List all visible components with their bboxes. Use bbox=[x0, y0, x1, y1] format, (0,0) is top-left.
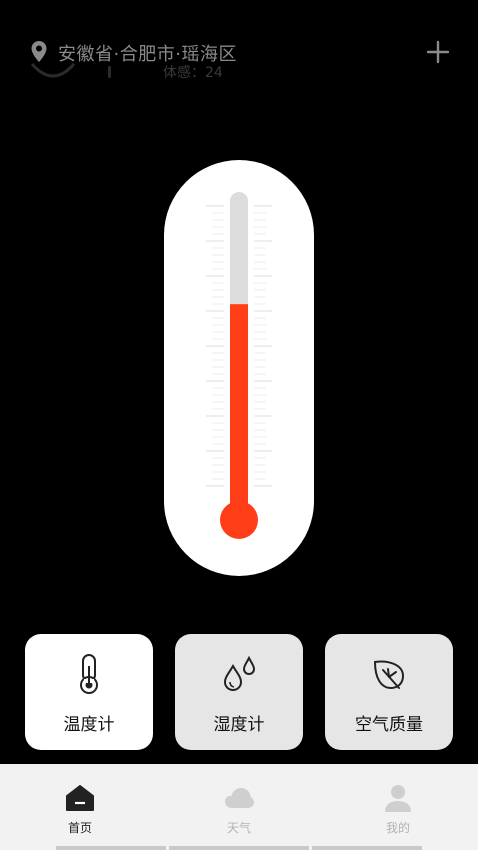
location-text[interactable]: 安徽省·合肥市·瑶海区 bbox=[58, 40, 237, 66]
tab-indicator bbox=[56, 846, 166, 850]
tab-profile[interactable]: 我的 bbox=[338, 764, 458, 850]
leaf-icon bbox=[373, 660, 405, 690]
card-thermometer[interactable]: 温度计 bbox=[25, 634, 153, 750]
bottom-tab-bar: 首页 天气 我的 bbox=[0, 764, 478, 850]
home-icon bbox=[66, 785, 94, 811]
thermometer-graphic bbox=[206, 192, 272, 539]
tab-indicator bbox=[169, 846, 309, 850]
location-pin-icon bbox=[31, 41, 47, 62]
user-icon bbox=[385, 785, 411, 812]
tool-cards: 温度计 湿度计 空气质量 bbox=[0, 634, 478, 750]
card-air-quality[interactable]: 空气质量 bbox=[325, 634, 453, 750]
thermometer-bulb bbox=[220, 501, 258, 539]
cloud-icon bbox=[225, 788, 254, 808]
thermometer-fill bbox=[230, 304, 248, 522]
tab-home[interactable]: 首页 bbox=[20, 764, 140, 850]
card-hygrometer[interactable]: 湿度计 bbox=[175, 634, 303, 750]
tab-indicator bbox=[312, 846, 422, 850]
card-label: 湿度计 bbox=[213, 715, 265, 735]
tab-label: 天气 bbox=[226, 821, 251, 835]
thermometer-icon bbox=[80, 654, 98, 694]
droplets-icon bbox=[223, 655, 256, 692]
header: 体感：24 安徽省·合肥市·瑶海区 bbox=[0, 0, 478, 104]
divider bbox=[108, 66, 111, 78]
card-label: 温度计 bbox=[63, 715, 115, 735]
tab-label: 我的 bbox=[385, 821, 410, 835]
add-location-button[interactable] bbox=[424, 38, 452, 66]
tab-weather[interactable]: 天气 bbox=[179, 764, 299, 850]
card-label: 空气质量 bbox=[355, 715, 423, 735]
tab-label: 首页 bbox=[67, 821, 92, 835]
thermometer bbox=[164, 160, 314, 576]
